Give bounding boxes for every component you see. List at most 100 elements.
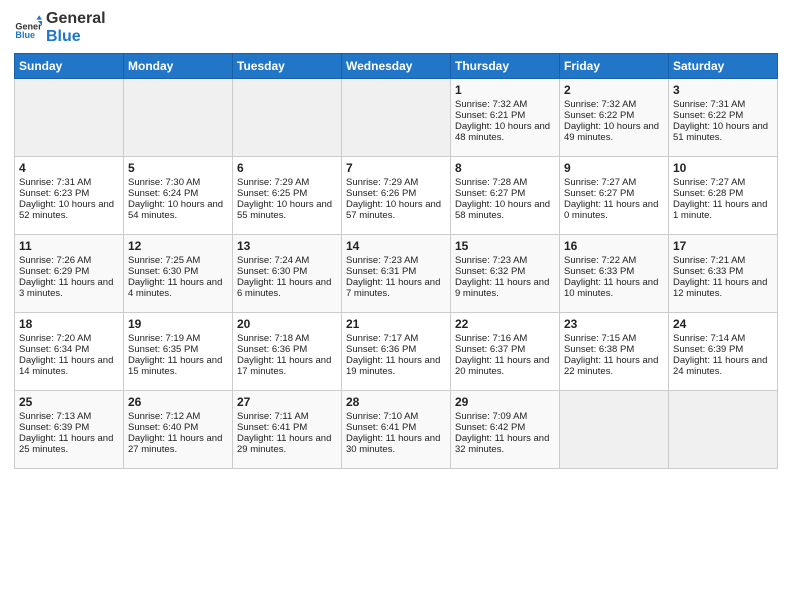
day-info: Sunset: 6:21 PM [455,110,555,121]
day-info: Sunset: 6:39 PM [673,344,773,355]
day-info: Sunset: 6:31 PM [346,266,446,277]
day-cell [669,391,778,469]
day-cell: 9Sunrise: 7:27 AMSunset: 6:27 PMDaylight… [560,157,669,235]
day-info: Sunrise: 7:29 AM [346,177,446,188]
day-info: Daylight: 11 hours and 7 minutes. [346,277,446,299]
day-info: Sunrise: 7:15 AM [564,333,664,344]
day-info: Sunset: 6:23 PM [19,188,119,199]
day-info: Daylight: 11 hours and 22 minutes. [564,355,664,377]
day-info: Sunset: 6:30 PM [237,266,337,277]
day-info: Sunset: 6:36 PM [346,344,446,355]
day-info: Sunrise: 7:22 AM [564,255,664,266]
week-row-4: 25Sunrise: 7:13 AMSunset: 6:39 PMDayligh… [15,391,778,469]
day-info: Daylight: 10 hours and 49 minutes. [564,121,664,143]
day-cell: 10Sunrise: 7:27 AMSunset: 6:28 PMDayligh… [669,157,778,235]
day-cell: 3Sunrise: 7:31 AMSunset: 6:22 PMDaylight… [669,79,778,157]
header-cell-monday: Monday [124,54,233,79]
day-info: Daylight: 11 hours and 1 minute. [673,199,773,221]
day-info: Daylight: 10 hours and 52 minutes. [19,199,119,221]
day-info: Sunset: 6:29 PM [19,266,119,277]
day-info: Sunrise: 7:20 AM [19,333,119,344]
day-info: Sunset: 6:33 PM [673,266,773,277]
day-number: 24 [673,317,773,331]
day-cell: 23Sunrise: 7:15 AMSunset: 6:38 PMDayligh… [560,313,669,391]
day-info: Sunset: 6:38 PM [564,344,664,355]
logo-general-text: General [46,10,106,28]
day-info: Sunset: 6:33 PM [564,266,664,277]
day-number: 15 [455,239,555,253]
day-info: Sunset: 6:41 PM [346,422,446,433]
day-info: Sunrise: 7:21 AM [673,255,773,266]
day-info: Daylight: 11 hours and 19 minutes. [346,355,446,377]
day-info: Sunset: 6:36 PM [237,344,337,355]
day-info: Daylight: 11 hours and 4 minutes. [128,277,228,299]
day-info: Daylight: 11 hours and 14 minutes. [19,355,119,377]
day-info: Daylight: 11 hours and 15 minutes. [128,355,228,377]
day-cell: 27Sunrise: 7:11 AMSunset: 6:41 PMDayligh… [233,391,342,469]
day-info: Daylight: 11 hours and 20 minutes. [455,355,555,377]
day-info: Sunset: 6:25 PM [237,188,337,199]
day-cell: 11 Sunrise: 7:26 AMSunset: 6:29 PMDayligh… [15,235,124,313]
day-cell [342,79,451,157]
day-cell [233,79,342,157]
day-info: Daylight: 11 hours and 3 minutes. [19,277,119,299]
day-cell: 24Sunrise: 7:14 AMSunset: 6:39 PMDayligh… [669,313,778,391]
day-number: 12 [128,239,228,253]
day-info: Sunrise: 7:12 AM [128,411,228,422]
day-info: Sunset: 6:28 PM [673,188,773,199]
day-cell: 7Sunrise: 7:29 AMSunset: 6:26 PMDaylight… [342,157,451,235]
day-info: Daylight: 11 hours and 10 minutes. [564,277,664,299]
day-cell: 2Sunrise: 7:32 AMSunset: 6:22 PMDaylight… [560,79,669,157]
day-number: 17 [673,239,773,253]
day-cell: 14Sunrise: 7:23 AMSunset: 6:31 PMDayligh… [342,235,451,313]
day-number: 2 [564,83,664,97]
day-info: Sunset: 6:22 PM [673,110,773,121]
day-info: Sunrise: 7:29 AM [237,177,337,188]
day-cell: 26Sunrise: 7:12 AMSunset: 6:40 PMDayligh… [124,391,233,469]
day-number: 11 [19,239,119,253]
week-row-0: 1Sunrise: 7:32 AMSunset: 6:21 PMDaylight… [15,79,778,157]
day-info: Daylight: 10 hours and 51 minutes. [673,121,773,143]
day-cell: 29Sunrise: 7:09 AMSunset: 6:42 PMDayligh… [451,391,560,469]
day-info: Sunset: 6:26 PM [346,188,446,199]
day-info: Sunrise: 7:09 AM [455,411,555,422]
day-info: Daylight: 10 hours and 48 minutes. [455,121,555,143]
day-info: Daylight: 11 hours and 30 minutes. [346,433,446,455]
day-info: Daylight: 11 hours and 17 minutes. [237,355,337,377]
day-info: Sunset: 6:24 PM [128,188,228,199]
day-info: Sunrise: 7:10 AM [346,411,446,422]
day-info: Sunrise: 7:31 AM [19,177,119,188]
day-number: 28 [346,395,446,409]
header-cell-sunday: Sunday [15,54,124,79]
day-info: Daylight: 10 hours and 55 minutes. [237,199,337,221]
day-number: 4 [19,161,119,175]
day-info: Sunrise: 7:31 AM [673,99,773,110]
day-info: Sunset: 6:40 PM [128,422,228,433]
day-info: Sunset: 6:30 PM [128,266,228,277]
day-number: 22 [455,317,555,331]
day-cell: 1Sunrise: 7:32 AMSunset: 6:21 PMDaylight… [451,79,560,157]
day-number: 29 [455,395,555,409]
day-info: Sunrise: 7:26 AM [19,255,119,266]
day-cell: 25Sunrise: 7:13 AMSunset: 6:39 PMDayligh… [15,391,124,469]
day-info: Sunrise: 7:19 AM [128,333,228,344]
day-cell [15,79,124,157]
day-number: 9 [564,161,664,175]
day-info: Sunset: 6:35 PM [128,344,228,355]
day-info: Daylight: 10 hours and 57 minutes. [346,199,446,221]
day-cell: 13Sunrise: 7:24 AMSunset: 6:30 PMDayligh… [233,235,342,313]
day-info: Sunset: 6:39 PM [19,422,119,433]
day-cell [124,79,233,157]
day-cell: 8Sunrise: 7:28 AMSunset: 6:27 PMDaylight… [451,157,560,235]
day-cell: 4 Sunrise: 7:31 AMSunset: 6:23 PMDaylight… [15,157,124,235]
day-info: Daylight: 10 hours and 58 minutes. [455,199,555,221]
svg-text:Blue: Blue [15,29,35,39]
day-number: 10 [673,161,773,175]
day-number: 1 [455,83,555,97]
week-row-1: 4Sunrise: 7:31 AMSunset: 6:23 PMDaylight… [15,157,778,235]
day-number: 8 [455,161,555,175]
header-cell-thursday: Thursday [451,54,560,79]
day-info: Daylight: 10 hours and 54 minutes. [128,199,228,221]
day-info: Sunrise: 7:24 AM [237,255,337,266]
day-number: 16 [564,239,664,253]
